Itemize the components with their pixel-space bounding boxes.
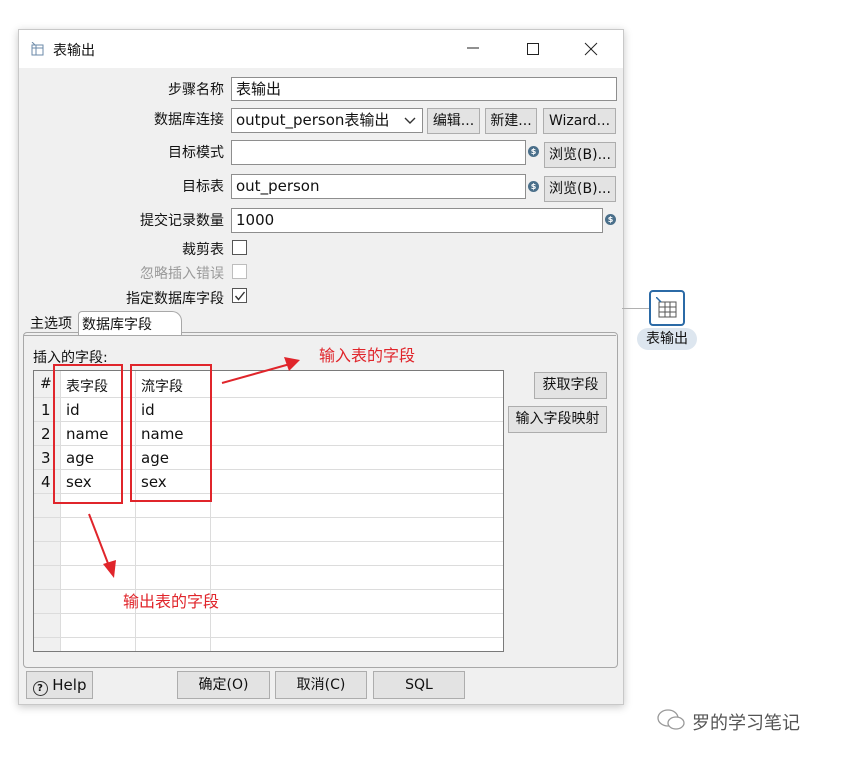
hop-connector <box>622 308 650 309</box>
input-fields-annotation: 输入表的字段 <box>319 346 416 365</box>
wechat-icon <box>656 708 686 736</box>
watermark-text: 罗的学习笔记 <box>692 713 800 734</box>
output-fields-annotation: 输出表的字段 <box>123 592 220 611</box>
table-output-step-icon[interactable] <box>649 290 685 326</box>
annotation-arrows <box>88 357 300 578</box>
step-label: 表输出 <box>637 328 697 350</box>
